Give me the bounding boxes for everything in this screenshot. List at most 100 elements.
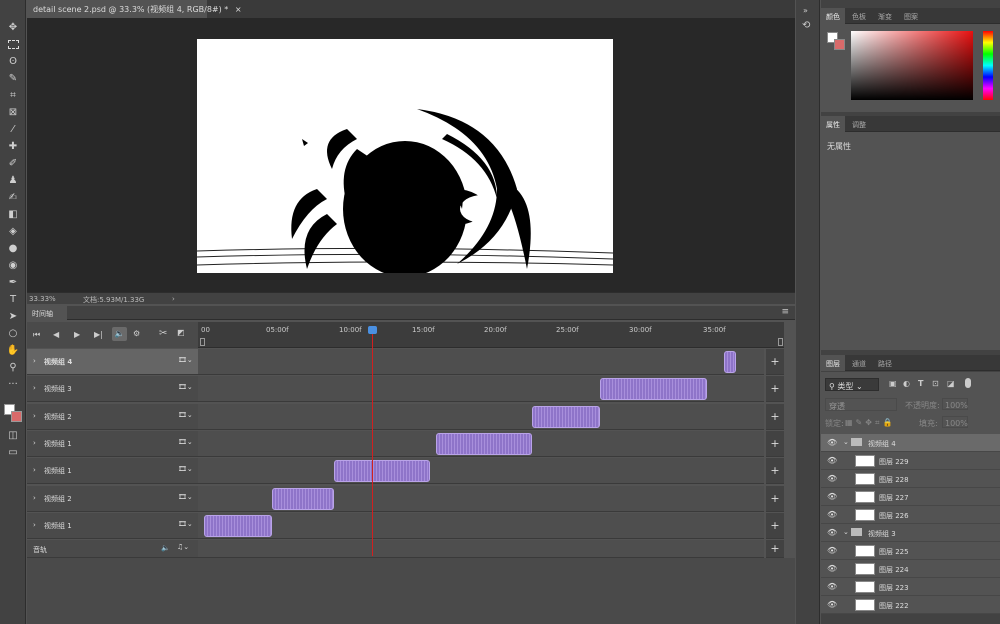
visibility-eye-icon[interactable]: 👁 — [827, 564, 837, 573]
playhead-handle[interactable] — [368, 326, 377, 334]
video-clip[interactable] — [333, 460, 431, 483]
video-clip[interactable] — [531, 405, 600, 428]
layer-row[interactable]: 👁 图层 225 — [821, 542, 1000, 560]
marquee-icon[interactable] — [3, 37, 23, 52]
filter-toggle-icon[interactable] — [965, 378, 971, 388]
layer-row[interactable]: 👁 图层 228 — [821, 470, 1000, 488]
layer-group-row[interactable]: 👁 ⌄ 视频组 3 — [821, 524, 1000, 542]
move-icon[interactable]: ✥ — [3, 20, 23, 35]
expand-chevron-icon[interactable]: › — [33, 521, 36, 529]
layer-row[interactable]: 👁 图层 224 — [821, 560, 1000, 578]
tab-timeline[interactable]: 时间轴 — [27, 306, 67, 320]
shape-icon[interactable]: ○ — [3, 326, 23, 341]
visibility-eye-icon[interactable]: 👁 — [827, 546, 837, 555]
play-icon[interactable]: ▶ — [74, 330, 80, 339]
visibility-eye-icon[interactable]: 👁 — [827, 600, 837, 609]
add-audio-button[interactable]: + — [766, 540, 784, 558]
add-media-button[interactable]: + — [766, 430, 784, 457]
timeline-ruler[interactable]: 00 05:00f 10:00f 15:00f 20:00f 25:00f 30… — [198, 322, 784, 348]
film-icon[interactable]: 🎞⌄ — [178, 438, 193, 446]
work-area-end-handle[interactable] — [778, 338, 783, 346]
add-media-button[interactable]: + — [766, 485, 784, 512]
smart-filter-icon[interactable]: ◪ — [947, 379, 955, 388]
tab-properties[interactable]: 属性 — [821, 116, 845, 132]
add-media-button[interactable]: + — [766, 512, 784, 539]
crop-icon[interactable]: ⌗ — [3, 88, 23, 103]
expand-chevron-icon[interactable]: › — [33, 466, 36, 474]
audio-track-header[interactable]: 音轨 🔈 ♫⌄ — [27, 540, 198, 558]
track-lane[interactable] — [198, 376, 764, 403]
tab-adjustments[interactable]: 调整 — [847, 116, 871, 132]
adjust-filter-icon[interactable]: ◐ — [903, 379, 910, 388]
tab-channels[interactable]: 通道 — [847, 355, 871, 371]
video-clip[interactable] — [203, 514, 272, 537]
visibility-eye-icon[interactable]: 👁 — [827, 492, 837, 501]
layer-row[interactable]: 👁 图层 229 — [821, 452, 1000, 470]
tab-layers[interactable]: 图层 — [821, 355, 845, 371]
work-area-start-handle[interactable] — [200, 338, 205, 346]
hue-slider[interactable] — [983, 31, 993, 100]
document-tab[interactable]: detail scene 2.psd @ 33.3% (视频组 4, RGB/8… — [27, 0, 242, 18]
collapse-icon[interactable]: » — [803, 6, 808, 15]
track-header[interactable]: › 视频组 2 🎞⌄ — [27, 485, 198, 512]
track-header[interactable]: › 视频组 4 🎞⌄ — [27, 349, 198, 375]
tab-swatches[interactable]: 色板 — [847, 8, 871, 24]
layer-row[interactable]: 👁 图层 223 — [821, 578, 1000, 596]
tab-patterns[interactable]: 图案 — [899, 8, 923, 24]
next-frame-icon[interactable]: ▶| — [94, 330, 103, 339]
chevron-down-icon[interactable]: ⌄ — [843, 528, 849, 536]
background-swatch[interactable] — [834, 39, 845, 50]
eraser-icon[interactable]: ◧ — [3, 207, 23, 222]
color-picker-field[interactable] — [851, 31, 973, 100]
visibility-eye-icon[interactable]: 👁 — [827, 510, 837, 519]
pixel-filter-icon[interactable]: ▣ — [889, 379, 897, 388]
pen-icon[interactable]: ✒ — [3, 275, 23, 290]
film-icon[interactable]: 🎞⌄ — [178, 411, 193, 419]
film-icon[interactable]: 🎞⌄ — [178, 356, 193, 364]
expand-chevron-icon[interactable]: › — [33, 384, 36, 392]
first-frame-icon[interactable]: ⏮ — [33, 330, 40, 340]
brush-icon[interactable]: ✐ — [3, 156, 23, 171]
track-header[interactable]: › 视频组 1 🎞⌄ — [27, 458, 198, 485]
close-icon[interactable]: × — [235, 5, 242, 14]
expand-chevron-icon[interactable]: › — [33, 494, 36, 502]
add-media-button[interactable]: + — [766, 403, 784, 430]
hand-icon[interactable]: ✋ — [3, 343, 23, 358]
track-lane[interactable] — [198, 349, 764, 375]
track-header[interactable]: › 视频组 1 🎞⌄ — [27, 430, 198, 457]
track-lane[interactable] — [198, 458, 764, 485]
visibility-eye-icon[interactable]: 👁 — [827, 582, 837, 591]
blend-mode-select[interactable]: 穿透 — [825, 398, 897, 411]
bucket-icon[interactable]: ◈ — [3, 224, 23, 239]
opacity-field[interactable]: 100% — [942, 398, 968, 410]
tab-gradients[interactable]: 渐变 — [873, 8, 897, 24]
track-lane[interactable] — [198, 485, 764, 512]
film-icon[interactable]: 🎞⌄ — [178, 520, 193, 528]
expand-chevron-icon[interactable]: › — [33, 357, 36, 365]
track-lane[interactable] — [198, 430, 764, 457]
history-brush-icon[interactable]: ✍ — [3, 190, 23, 205]
transition-icon[interactable]: ◩ — [177, 328, 185, 337]
layer-row[interactable]: 👁 图层 222 — [821, 596, 1000, 614]
expand-chevron-icon[interactable]: › — [33, 439, 36, 447]
layer-row[interactable]: 👁 图层 226 — [821, 506, 1000, 524]
type-filter-icon[interactable]: T — [918, 379, 923, 388]
video-clip[interactable] — [599, 378, 708, 401]
shape-filter-icon[interactable]: ⊡ — [932, 379, 939, 388]
background-color-swatch[interactable] — [11, 411, 22, 422]
speaker-icon[interactable]: 🔈 — [161, 544, 170, 552]
frame-icon[interactable]: ⊠ — [3, 105, 23, 120]
lock-icons[interactable]: ▦✎✥⌗🔒 — [845, 418, 895, 428]
prev-frame-icon[interactable]: ◀ — [53, 330, 59, 339]
add-media-button[interactable]: + — [766, 349, 784, 375]
quick-select-icon[interactable]: ✎ — [3, 71, 23, 86]
eyedropper-icon[interactable]: ⁄ — [3, 122, 23, 137]
audio-icon[interactable]: 🔈 — [112, 327, 127, 341]
track-header[interactable]: › 视频组 3 🎞⌄ — [27, 376, 198, 403]
video-clip[interactable] — [435, 432, 532, 455]
panel-menu-icon[interactable]: ≡ — [781, 307, 789, 317]
stamp-icon[interactable]: ♟ — [3, 173, 23, 188]
visibility-eye-icon[interactable]: 👁 — [827, 456, 837, 465]
visibility-eye-icon[interactable]: 👁 — [827, 438, 837, 447]
tab-color[interactable]: 颜色 — [821, 8, 845, 24]
